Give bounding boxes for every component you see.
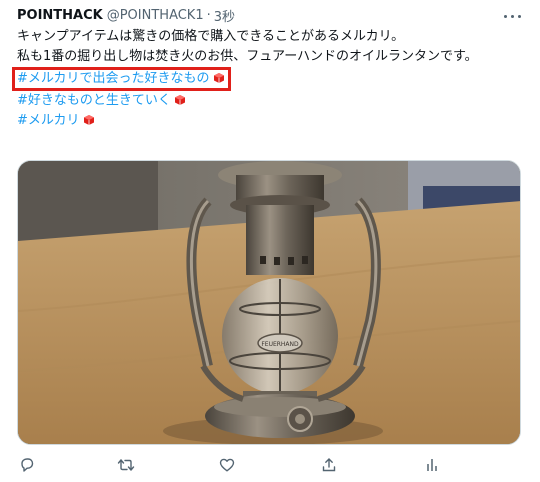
- hashtag-row-3: #メルカリ: [17, 111, 525, 131]
- more-options-icon[interactable]: [497, 6, 527, 26]
- separator-dot: ·: [206, 7, 211, 23]
- tweet-header: POINTHACK @POINTHACK1 · 3秒: [17, 4, 235, 26]
- lantern-photo: FEUERHAND: [18, 161, 520, 444]
- lantern-brand-text: FEUERHAND: [261, 341, 299, 348]
- tweet-line-2: 私も1番の掘り出し物は焚き火のお供、フュアーハンドのオイルランタンです。: [17, 49, 478, 64]
- hashtag-mercari[interactable]: #メルカリ: [17, 113, 80, 128]
- tweet-photo[interactable]: FEUERHAND: [17, 160, 521, 445]
- tweet-text: キャンプアイテムは驚きの価格で購入できることがあるメルカリ。 私も1番の掘り出し…: [12, 27, 525, 131]
- tweet-card[interactable]: POINTHACK @POINTHACK1 · 3秒 キャンプアイテムは驚きの価…: [0, 0, 540, 482]
- share-icon[interactable]: [318, 454, 340, 476]
- user-handle[interactable]: @POINTHACK1: [107, 8, 204, 23]
- reply-icon[interactable]: [16, 454, 38, 476]
- like-icon[interactable]: [216, 454, 238, 476]
- hashtag-row-1: #メルカリで出会った好きなもの: [12, 67, 525, 91]
- display-name[interactable]: POINTHACK: [17, 8, 103, 23]
- hashtag-row-2: #好きなものと生きていく: [17, 91, 525, 111]
- action-bar: [0, 452, 540, 478]
- retweet-icon[interactable]: [115, 454, 137, 476]
- analytics-icon[interactable]: [421, 454, 443, 476]
- highlight-box: #メルカリで出会った好きなもの: [12, 67, 231, 91]
- timestamp[interactable]: 3秒: [214, 6, 235, 25]
- mercari-box-icon: [83, 115, 94, 125]
- hashtag-live-with-favorites[interactable]: #好きなものと生きていく: [17, 93, 171, 108]
- mercari-box-icon: [174, 95, 185, 105]
- tweet-line-1: キャンプアイテムは驚きの価格で購入できることがあるメルカリ。: [17, 29, 405, 44]
- mercari-box-icon: [213, 73, 224, 83]
- hashtag-mercari-favorite[interactable]: #メルカリで出会った好きなもの: [17, 71, 210, 86]
